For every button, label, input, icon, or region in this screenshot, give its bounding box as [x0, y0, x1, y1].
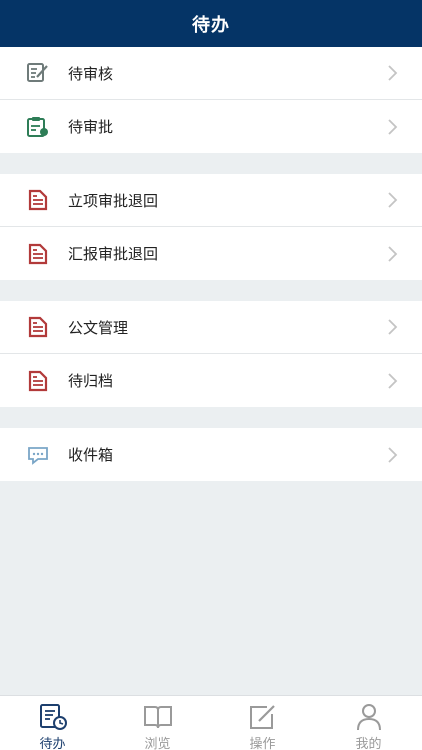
list-item-label: 立项审批退回: [68, 191, 159, 210]
list-item-label: 待审核: [68, 64, 114, 83]
list-item-label: 待归档: [68, 372, 114, 390]
chevron-right-icon: [386, 317, 400, 337]
chevron-right-icon: [386, 117, 400, 137]
todo-clock-icon: [37, 702, 69, 732]
approval-clipboard-icon: [26, 116, 50, 138]
tab-mine[interactable]: 我的: [315, 696, 422, 750]
chevron-right-icon: [386, 244, 400, 264]
document-icon: [26, 243, 50, 265]
list-item-report-approval-returned[interactable]: 汇报审批退回: [0, 227, 422, 280]
list-item-pending-review[interactable]: 待审核: [0, 47, 422, 100]
tab-label: 我的: [355, 737, 382, 750]
tab-label: 操作: [249, 737, 276, 750]
header-bar: 待办: [0, 0, 422, 47]
document-icon: [26, 316, 50, 338]
list-item-project-approval-returned[interactable]: 立项审批退回: [0, 174, 422, 227]
edit-square-icon: [247, 702, 279, 732]
list-item-label: 待审批: [68, 118, 114, 136]
list-item-label: 汇报审批退回: [68, 245, 159, 263]
tab-operate[interactable]: 操作: [210, 696, 315, 750]
document-icon: [26, 370, 50, 392]
group-returned: 立项审批退回 汇报审批退回: [0, 174, 422, 280]
book-icon: [142, 702, 174, 732]
list-item-inbox[interactable]: 收件箱: [0, 428, 422, 481]
tab-todo[interactable]: 待办: [0, 696, 105, 750]
list-item-label: 公文管理: [68, 318, 129, 337]
edit-note-icon: [26, 62, 50, 84]
chevron-right-icon: [386, 63, 400, 83]
list-item-pending-approval[interactable]: 待审批: [0, 100, 422, 153]
tab-label: 待办: [39, 737, 66, 750]
message-icon: [26, 444, 50, 466]
tab-label: 浏览: [144, 737, 171, 750]
user-icon: [353, 702, 385, 732]
document-icon: [26, 189, 50, 211]
list-item-label: 收件箱: [68, 446, 114, 464]
group-inbox: 收件箱: [0, 428, 422, 481]
chevron-right-icon: [386, 190, 400, 210]
group-review: 待审核 待审批: [0, 47, 422, 153]
list-item-pending-archive[interactable]: 待归档: [0, 354, 422, 407]
tab-browse[interactable]: 浏览: [105, 696, 210, 750]
chevron-right-icon: [386, 371, 400, 391]
page-title: 待办: [192, 14, 230, 36]
group-documents: 公文管理 待归档: [0, 301, 422, 407]
bottom-tab-bar: 待办 浏览 操作 我的: [0, 695, 422, 750]
list-item-document-management[interactable]: 公文管理: [0, 301, 422, 354]
chevron-right-icon: [386, 445, 400, 465]
